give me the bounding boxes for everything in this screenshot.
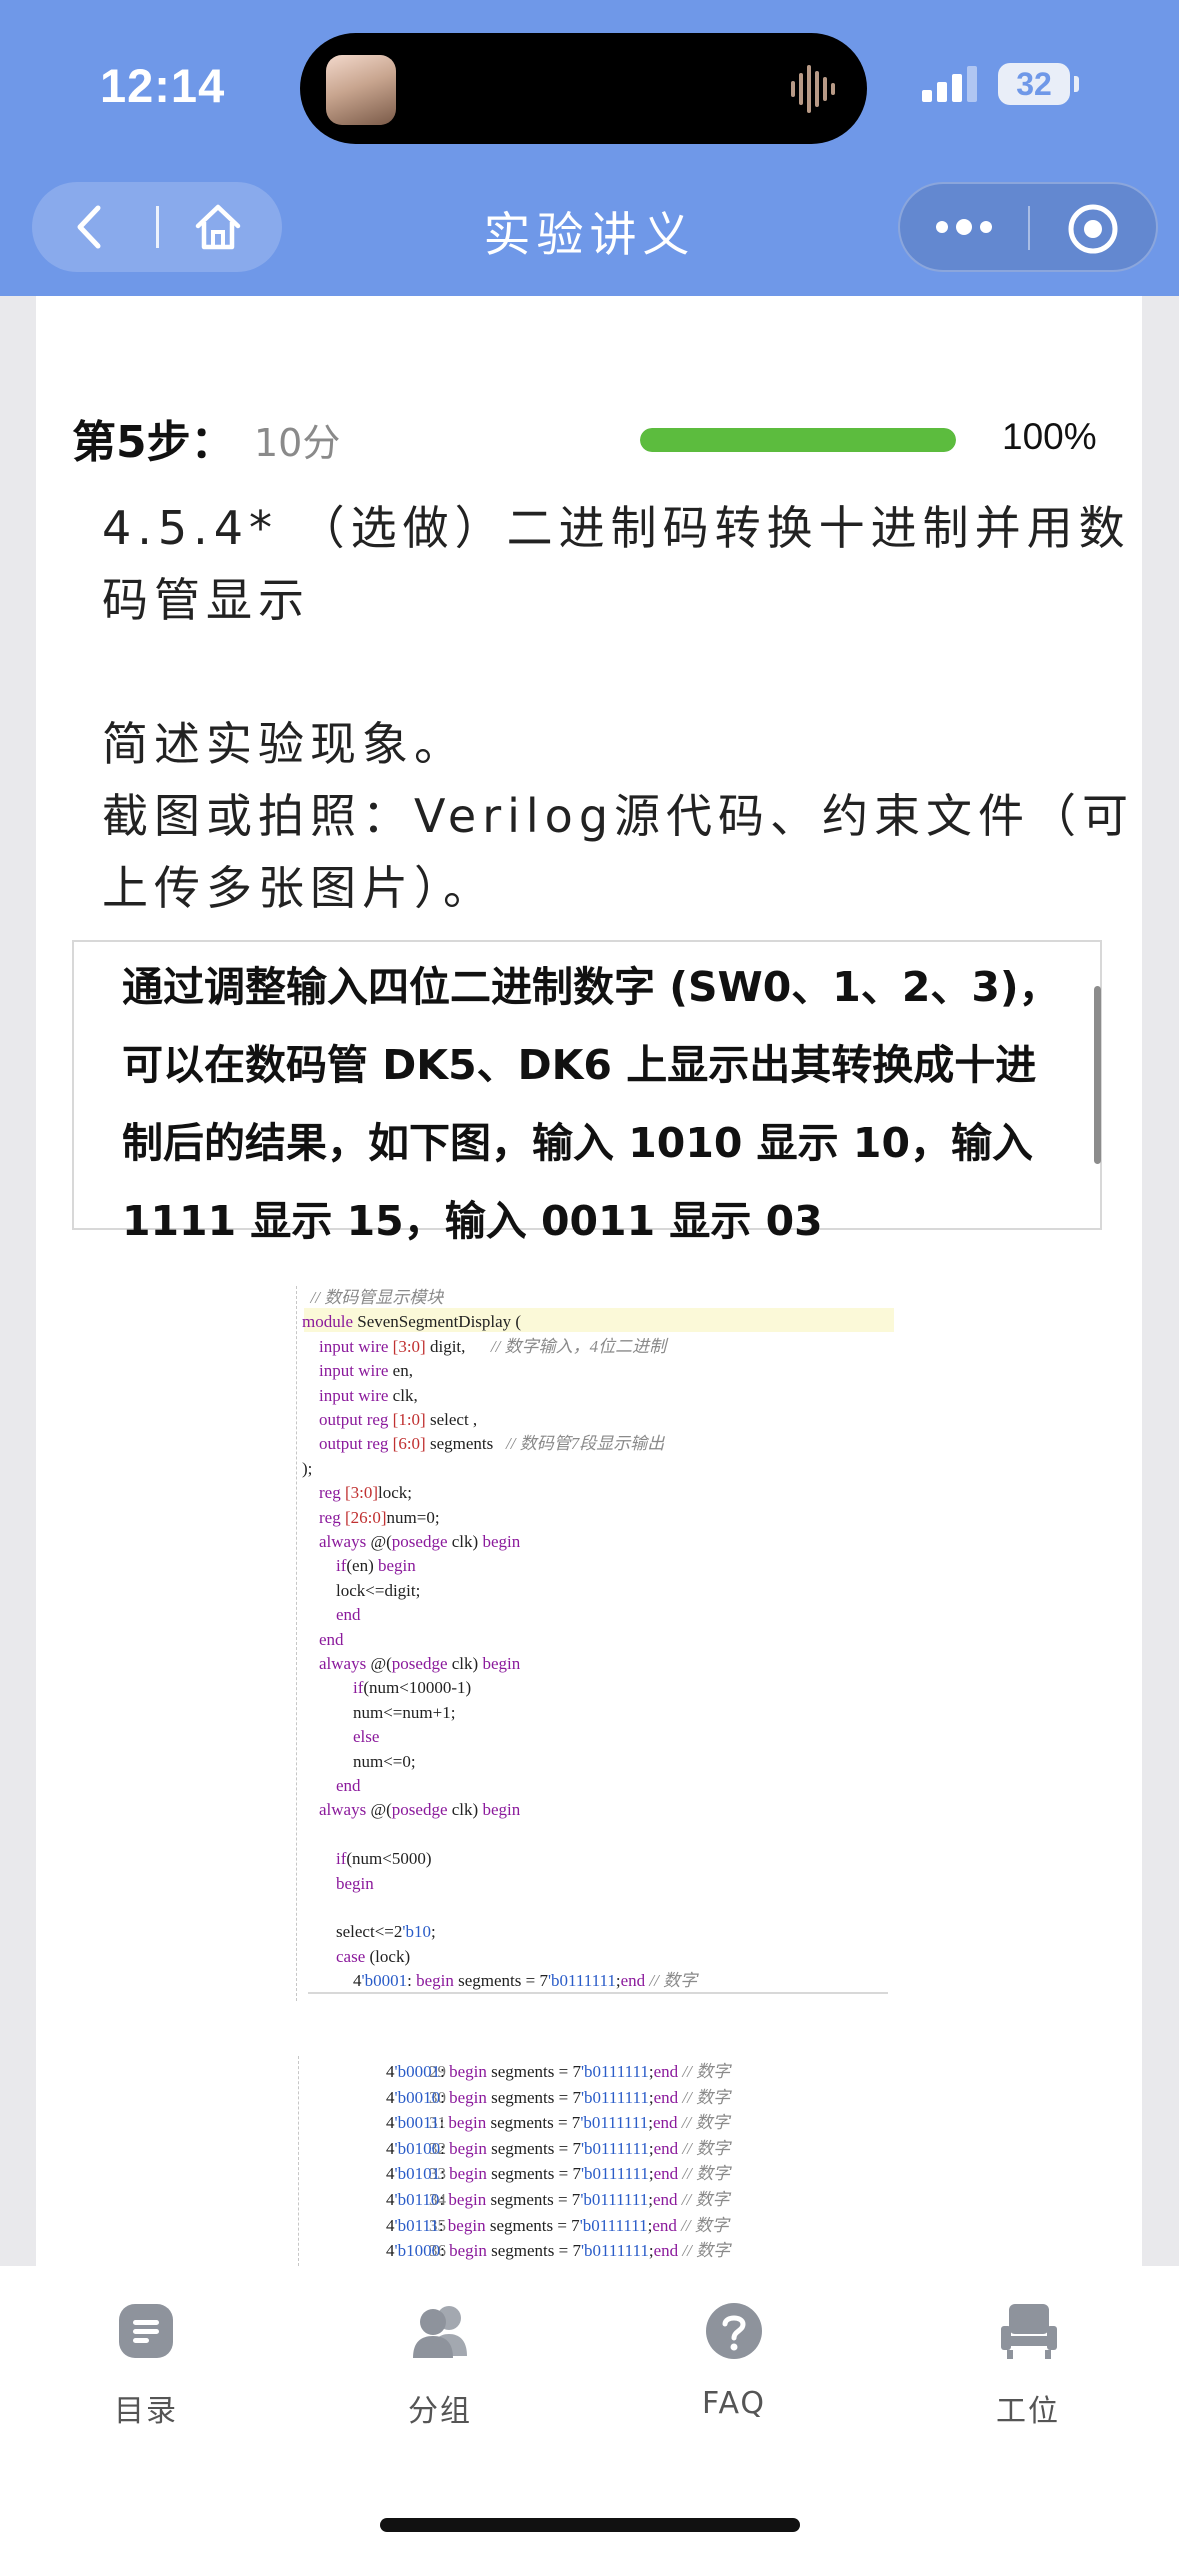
tab-faq[interactable]: FAQ: [634, 2266, 834, 2446]
workstation-icon: [1001, 2304, 1057, 2359]
tab-label: FAQ: [701, 2386, 767, 2421]
answer-textarea[interactable]: 通过调整输入四位二进制数字 (SW0、1、2、3)，可以在数码管 DK5、DK6…: [72, 940, 1102, 1245]
battery-tip: [1074, 76, 1079, 92]
home-indicator: [380, 2518, 800, 2532]
code-line: always @(posedge clk) begin: [319, 1800, 521, 1820]
status-time: 12:14: [100, 59, 226, 112]
code-line: end: [319, 1629, 344, 1649]
now-playing-artwork[interactable]: [326, 55, 396, 125]
question-heading: 4.5.4* （选做）二进制码转换十进制并用数码管显示: [102, 501, 1131, 627]
bottom-tab-bar: 目录 分组 FAQ 工位: [0, 2266, 1179, 2556]
group-icon: [413, 2306, 467, 2358]
code-line: 4'b0100: begin segments = 7'b0111111;end…: [386, 2138, 731, 2158]
code-line: begin: [336, 1873, 374, 1893]
code-line: 4'b0111: begin segments = 7'b0111111;end…: [386, 2215, 729, 2235]
code-line: reg [3:0]lock;: [319, 1483, 413, 1503]
nav-right-capsule: [898, 182, 1158, 272]
code-line: case (lock): [336, 1946, 411, 1966]
code-screenshot-image-2[interactable]: 29 4'b0001: begin segments = 7'b0111111;e…: [226, 2056, 906, 2266]
code-line: always @(posedge clk) begin: [319, 1654, 521, 1673]
tab-workstation[interactable]: 工位: [928, 2266, 1128, 2446]
code-line: 4'b0101: begin segments = 7'b0111111;end…: [386, 2164, 731, 2184]
tab-catalog[interactable]: 目录: [46, 2266, 246, 2446]
more-icon[interactable]: [934, 212, 994, 242]
code-line: );: [302, 1458, 313, 1478]
cellular-signal-icon: [922, 66, 977, 102]
code-line: end: [336, 1776, 361, 1795]
progress-label: 100%: [1002, 416, 1097, 457]
tab-label: 工位: [996, 2394, 1060, 2429]
code-line: 4'b0110: begin segments = 7'b0111111;end…: [386, 2190, 730, 2209]
code-line: if(num<10000-1): [353, 1678, 472, 1698]
tab-label: 分组: [408, 2394, 472, 2429]
code-line: 4'b0010: begin segments = 7'b0111111;end…: [386, 2087, 731, 2107]
code-line: 4'b1000: begin segments = 7'b0111111;end…: [386, 2241, 731, 2261]
code-line: input wire [3:0] digit, // 数字输入，4位二进制: [319, 1336, 667, 1356]
audio-wave-icon: [791, 65, 835, 113]
code-line: // 数码管显示模块: [310, 1288, 444, 1307]
tab-group[interactable]: 分组: [340, 2266, 540, 2446]
code-line: always @(posedge clk) begin: [319, 1532, 521, 1551]
code-line: output reg [6:0] segments // 数码管7段显示输出: [319, 1434, 665, 1454]
code-line: num<=0;: [302, 1751, 416, 1771]
code-line: 4'b0011: begin segments = 7'b0111111;end…: [386, 2113, 730, 2133]
code-line: output reg [1:0] select ,: [319, 1410, 478, 1429]
question-line-2: 截图或拍照：Verilog源代码、约束文件（可上传多张图片）。: [102, 789, 1135, 915]
code-line: 4'b0001: begin segments = 7'b0111111;end…: [302, 1971, 698, 1991]
code-line: reg [26:0]num=0;: [319, 1507, 440, 1527]
capsule-divider: [1028, 206, 1030, 250]
question-text: 4.5.4* （选做）二进制码转换十进制并用数码管显示 简述实验现象。 截图或拍…: [102, 492, 1142, 924]
header-bar: 12:14 32 实验讲义: [0, 0, 1179, 296]
progress-fill: [640, 428, 956, 452]
code-line: num<=num+1;: [302, 1702, 456, 1722]
code-line: input wire en,: [319, 1361, 413, 1381]
code-line: input wire clk,: [319, 1385, 418, 1405]
step-title: 第5步：: [72, 417, 235, 468]
answer-text: 通过调整输入四位二进制数字 (SW0、1、2、3)，可以在数码管 DK5、DK6…: [122, 963, 1060, 1245]
dynamic-island: [300, 33, 867, 144]
close-target-icon[interactable]: [1066, 202, 1120, 256]
progress-bar: [640, 428, 956, 452]
code-screenshot-image[interactable]: // 数码管显示模块 module SevenSegmentDisplay ( i…: [278, 1286, 918, 2006]
tab-label: 目录: [114, 2394, 178, 2429]
help-icon: [706, 2303, 762, 2359]
code-line: 4'b0001: begin segments = 7'b0111111;end…: [386, 2062, 731, 2081]
code-line: if(en) begin: [336, 1556, 416, 1576]
code-line: lock<=digit;: [302, 1580, 421, 1600]
code-line: end: [336, 1605, 361, 1625]
step-score: 10分: [254, 421, 341, 465]
code-line: select<=2'b10;: [302, 1922, 436, 1942]
code-fold-gutter: [296, 1286, 298, 2001]
list-icon: [119, 2304, 173, 2358]
code-fold-gutter: [298, 2056, 300, 2266]
lecture-card: 第5步： 10分 100% 4.5.4* （选做）二进制码转换十进制并用数码管显…: [36, 296, 1142, 2266]
question-line-1: 简述实验现象。: [102, 717, 466, 771]
battery-indicator: 32: [998, 63, 1070, 105]
answer-scrollbar[interactable]: [1094, 986, 1101, 1164]
code-line: if(num<5000): [336, 1849, 432, 1869]
code-line: else: [353, 1727, 380, 1747]
code-line: module SevenSegmentDisplay (: [302, 1312, 522, 1332]
